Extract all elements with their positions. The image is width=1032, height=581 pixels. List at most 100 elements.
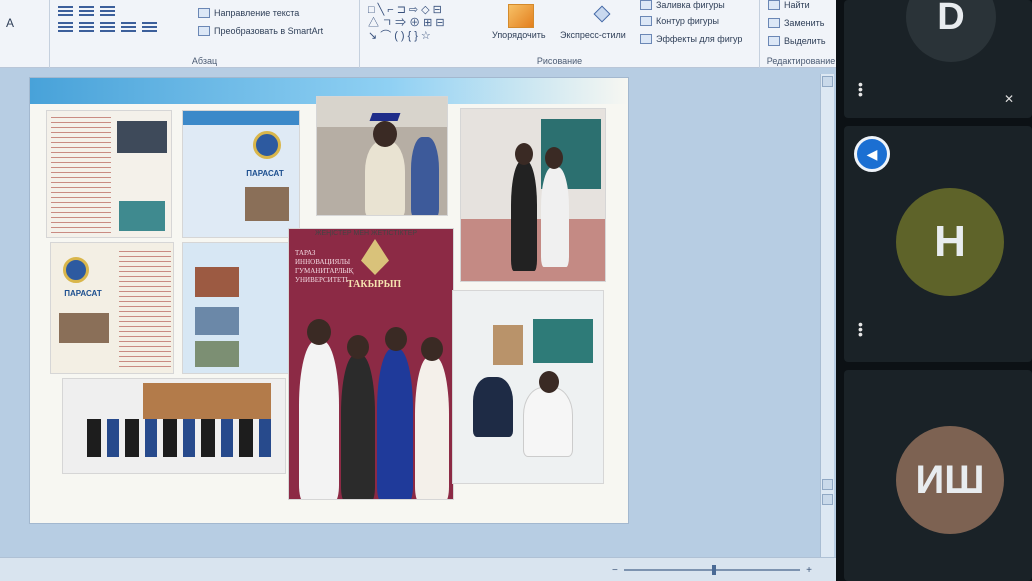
participant-initials-2: H: [934, 217, 966, 266]
align-right-icon[interactable]: [100, 22, 115, 32]
mic-off-icon: ✕: [1004, 92, 1015, 106]
two-women-photo: [460, 108, 606, 282]
participant-initials-3: ИШ: [915, 457, 985, 502]
woman-white-head: [421, 337, 443, 361]
outline-icon: [640, 16, 652, 26]
classroom-board: [533, 319, 593, 363]
quick-styles-button[interactable]: Экспресс-стили: [560, 30, 626, 40]
group-people: [87, 419, 277, 457]
brochure-photo-1: [46, 110, 172, 238]
participant-avatar-3: ИШ: [896, 426, 1004, 534]
select-button[interactable]: Выделить: [768, 36, 826, 46]
find-label: Найти: [784, 0, 810, 10]
brochure-photo-2: ПАРАСАТ: [182, 110, 300, 238]
speaking-indicator-icon: ◀: [854, 136, 890, 172]
shape-effects-button[interactable]: Эффекты для фигур: [640, 34, 742, 44]
slide-canvas[interactable]: ПАРАСАТ ПАРАСАТ ТАКЫРЫП ТАРАЗ ИННОВАЦИЯЛ…: [30, 78, 628, 523]
poster-line-2: ИННОВАЦИЯЛЫ: [295, 258, 351, 266]
shape-fill-button[interactable]: Заливка фигуры: [640, 0, 725, 10]
participant-menu-icon-2[interactable]: • • •: [858, 317, 863, 341]
brochure-group-photo: [117, 121, 167, 153]
arrange-icon: [508, 4, 534, 28]
find-button[interactable]: Найти: [768, 0, 810, 10]
poster-title: ТАКЫРЫП: [347, 279, 402, 290]
mortarboard-icon: [369, 113, 401, 121]
scroll-up-button[interactable]: [822, 76, 833, 87]
vertical-scrollbar[interactable]: [820, 74, 834, 569]
woman-white-figure: [415, 357, 449, 499]
next-slide-button[interactable]: [822, 494, 833, 505]
justify-icon[interactable]: [121, 22, 136, 32]
align-buttons[interactable]: [58, 22, 157, 32]
zoom-slider[interactable]: [623, 565, 801, 575]
font-color-button[interactable]: A: [6, 16, 14, 30]
brochure-inset-2: [195, 307, 239, 335]
effects-icon: [640, 34, 652, 44]
participants-panel: D • • • ✕ ◀ H • • • ИШ: [836, 0, 1032, 581]
graduate-blue-head: [385, 327, 407, 351]
replace-icon: [768, 18, 780, 28]
zoom-control[interactable]: − +: [612, 564, 812, 576]
convert-smartart-label: Преобразовать в SmartArt: [214, 26, 324, 36]
numbering-icon[interactable]: [79, 6, 94, 16]
man-figure: [299, 341, 339, 499]
columns-icon[interactable]: [142, 22, 157, 32]
participant-avatar-1: D: [906, 0, 996, 62]
brochure-photo-3: ПАРАСАТ: [50, 242, 174, 374]
prev-slide-button[interactable]: [822, 479, 833, 490]
align-left-icon[interactable]: [58, 22, 73, 32]
emblem-icon-2: [63, 257, 89, 283]
participant-menu-icon-1[interactable]: • • •: [858, 77, 863, 101]
ribbon-group-font: A: [0, 0, 50, 68]
status-bar: − +: [0, 557, 842, 581]
brochure-header: [183, 111, 299, 125]
graduate-photo: [316, 96, 448, 216]
zoom-thumb[interactable]: [712, 565, 716, 575]
classroom-photo: [452, 290, 604, 484]
list-buttons[interactable]: [58, 6, 115, 16]
align-center-icon[interactable]: [79, 22, 94, 32]
brochure-text-block-2: [119, 251, 171, 367]
shape-outline-button[interactable]: Контур фигуры: [640, 16, 719, 26]
student-2: [523, 387, 573, 457]
quick-styles-label: Экспресс-стили: [560, 30, 626, 40]
select-icon: [768, 36, 780, 46]
woman-dark-figure: [341, 355, 375, 499]
drawing-group-label: Рисование: [536, 56, 583, 66]
woman-left-head: [515, 143, 533, 165]
zoom-out-icon[interactable]: −: [612, 565, 618, 576]
brochure-inset-3: [195, 341, 239, 367]
poster-line-4: УНИВЕРСИТЕТІ: [295, 276, 348, 284]
emblem-icon: [253, 131, 281, 159]
convert-smartart-button[interactable]: Преобразовать в SmartArt: [198, 26, 323, 36]
replace-button[interactable]: Заменить: [768, 18, 824, 28]
binoculars-icon: [768, 0, 780, 10]
bullets-icon[interactable]: [58, 6, 73, 16]
smartart-icon: [198, 26, 210, 36]
brochure-screen-photo: [119, 201, 165, 231]
woman-right-head: [545, 147, 563, 169]
poster-text-left: ТАРАЗ ИННОВАЦИЯЛЫ ГУМАНИТАРЛЫҚ УНИВЕРСИТ…: [295, 249, 353, 285]
classroom-door: [493, 325, 523, 365]
shapes-gallery[interactable]: □╲⌐⊐⇨◇⊟ △ㄱ⇒⊕⊞⊟ ↘⌒(){}☆: [368, 4, 478, 43]
participant-avatar-2: H: [896, 188, 1004, 296]
building-photo-2: [59, 313, 109, 343]
shape-effects-label: Эффекты для фигур: [656, 34, 743, 44]
participant-tile-2[interactable]: ◀ H • • •: [844, 126, 1032, 362]
select-label: Выделить: [784, 36, 826, 46]
brochure-text-block: [51, 117, 111, 233]
indent-decrease-icon[interactable]: [100, 6, 115, 16]
text-direction-button[interactable]: Направление текста: [198, 8, 299, 18]
arrange-button[interactable]: Упорядочить: [492, 30, 546, 40]
graduate-head: [373, 121, 397, 147]
participant-initials-1: D: [937, 0, 965, 38]
fill-icon: [640, 0, 652, 10]
participant-tile-3[interactable]: ИШ: [844, 370, 1032, 581]
participant-tile-1[interactable]: D • • • ✕: [844, 0, 1032, 118]
person-right: [411, 137, 439, 215]
ribbon-group-drawing: □╲⌐⊐⇨◇⊟ △ㄱ⇒⊕⊞⊟ ↘⌒(){}☆ Упорядочить Экспрес…: [360, 0, 760, 68]
zoom-in-icon[interactable]: +: [806, 565, 812, 576]
ribbon-group-editing: Найти Заменить Выделить Редактирование: [760, 0, 842, 68]
slide-caption: ЖЕҢІСТЕР МЕН ЖЕТІСТІКТЕР: [315, 230, 418, 237]
text-direction-label: Направление текста: [214, 8, 300, 18]
